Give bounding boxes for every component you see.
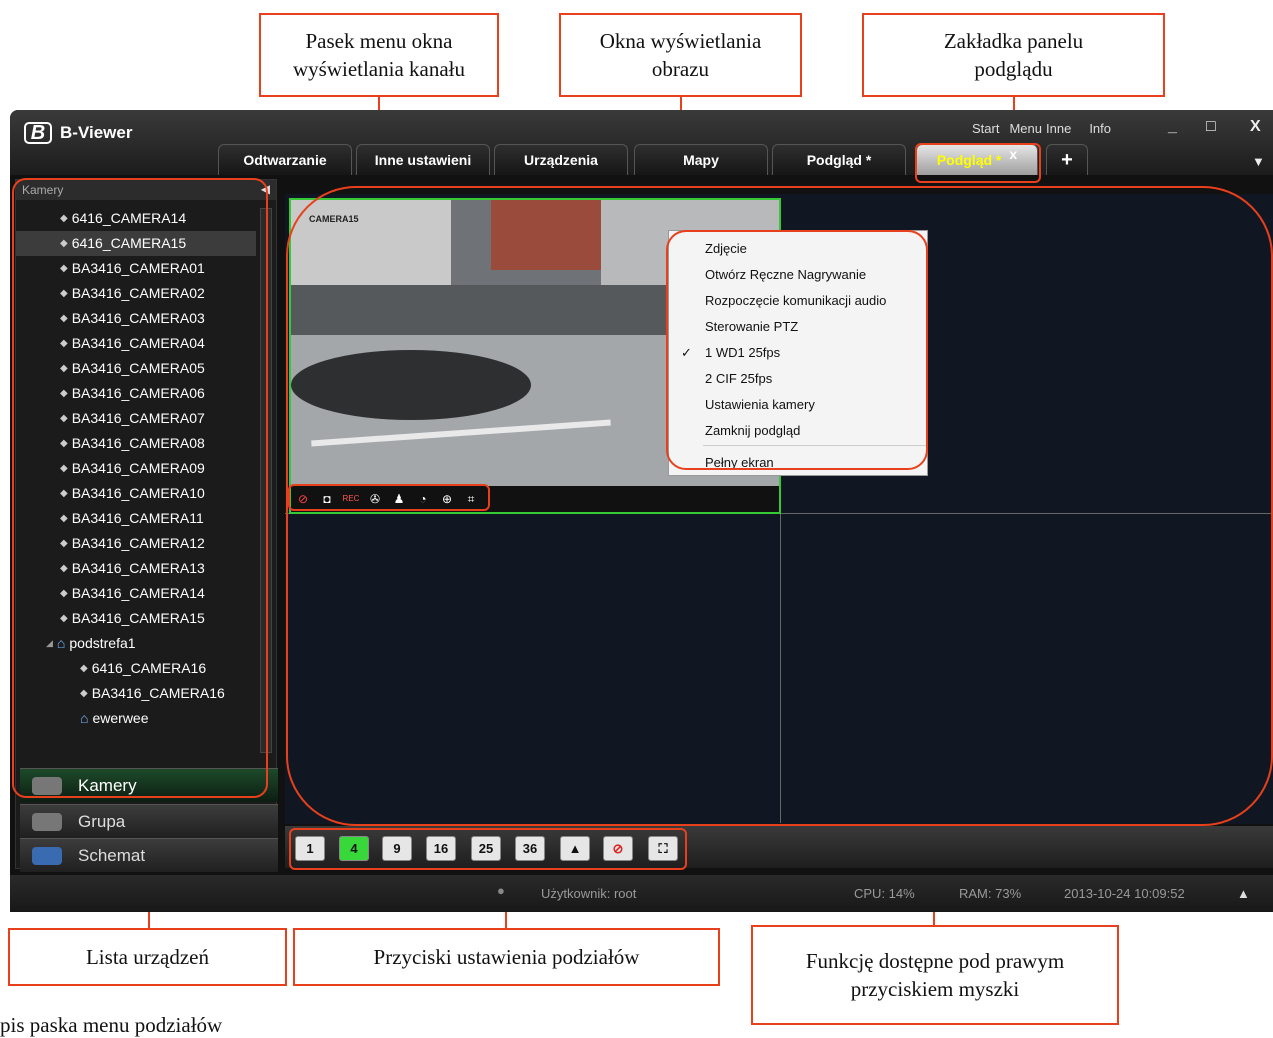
callout-windows-line1: Okna wyświetlania	[599, 29, 762, 53]
app-name: B-Viewer	[60, 123, 133, 142]
title-bar: B B-Viewer Start Menu Inne Info _ □ X Odt…	[10, 110, 1273, 175]
app-logo: B B-Viewer	[24, 122, 132, 144]
status-user: Użytkownik: root	[541, 886, 637, 901]
tab-inne-ustawienia[interactable]: Inne ustawieni	[356, 144, 490, 175]
minimize-button[interactable]: _	[1168, 118, 1177, 136]
callout-menubar-line2: wyświetlania kanału	[292, 57, 466, 81]
callout-menubar-line1: Pasek menu okna	[305, 29, 453, 53]
menu-start[interactable]: Start	[972, 121, 999, 136]
status-cpu: CPU: 14%	[854, 886, 915, 901]
callout-splitbuttons-text: Przyciski ustawienia podziałów	[373, 945, 640, 969]
nav-schemat[interactable]: Schemat	[20, 838, 278, 872]
callout-rightclick-line2: przyciskiem myszki	[850, 977, 1020, 1001]
callout-menubar: Pasek menu okna wyświetlania kanału	[259, 13, 499, 97]
add-tab-button[interactable]: +	[1046, 144, 1088, 175]
menu-inne[interactable]: Inne	[1046, 121, 1071, 136]
tab-odtwarzanie[interactable]: Odtwarzanie	[218, 144, 352, 175]
callout-rightclick: Funkcję dostępne pod prawym przyciskiem m…	[751, 925, 1119, 1025]
bottom-text: pis paska menu podziałów	[0, 1013, 223, 1037]
nav-grupa[interactable]: Grupa	[20, 804, 278, 838]
menu-menu[interactable]: Menu	[1009, 121, 1042, 136]
close-button[interactable]: X	[1250, 118, 1261, 136]
nav-grupa-label: Grupa	[78, 811, 126, 831]
tab-podglad-1[interactable]: Podgląd *	[772, 144, 906, 175]
callout-devices-text: Lista urządzeń	[85, 945, 210, 969]
callout-tabpanel: Zakładka panelu podglądu	[862, 13, 1165, 97]
user-icon: ●	[497, 883, 505, 898]
b-logo-icon: B	[24, 122, 52, 144]
top-menu: Start Menu Inne Info	[972, 121, 1111, 136]
group-nav-icon	[32, 813, 62, 831]
callout-devices: Lista urządzeń	[8, 928, 287, 986]
dropdown-icon[interactable]: ▼	[1252, 154, 1265, 169]
status-ram: RAM: 73%	[959, 886, 1022, 901]
callout-rightclick-line1: Funkcję dostępne pod prawym	[805, 949, 1065, 973]
up-arrow-icon[interactable]: ▲	[1237, 886, 1250, 901]
callout-tabpanel-line1: Zakładka panelu	[943, 29, 1084, 53]
nav-schemat-label: Schemat	[78, 845, 146, 865]
callout-windows: Okna wyświetlania obrazu	[559, 13, 802, 97]
tab-urzadzenia[interactable]: Urządzenia	[494, 144, 628, 175]
callout-tabpanel-line2: podglądu	[974, 57, 1053, 81]
tab-mapy[interactable]: Mapy	[634, 144, 768, 175]
callout-windows-line2: obrazu	[651, 57, 710, 81]
status-datetime: 2013-10-24 10:09:52	[1064, 886, 1185, 901]
callout-splitbuttons: Przyciski ustawienia podziałów	[293, 928, 720, 986]
maximize-button[interactable]: □	[1206, 118, 1216, 136]
status-bar: ● Użytkownik: root CPU: 14% RAM: 73% 201…	[10, 875, 1273, 912]
menu-info[interactable]: Info	[1089, 121, 1111, 136]
schema-nav-icon	[32, 847, 62, 865]
